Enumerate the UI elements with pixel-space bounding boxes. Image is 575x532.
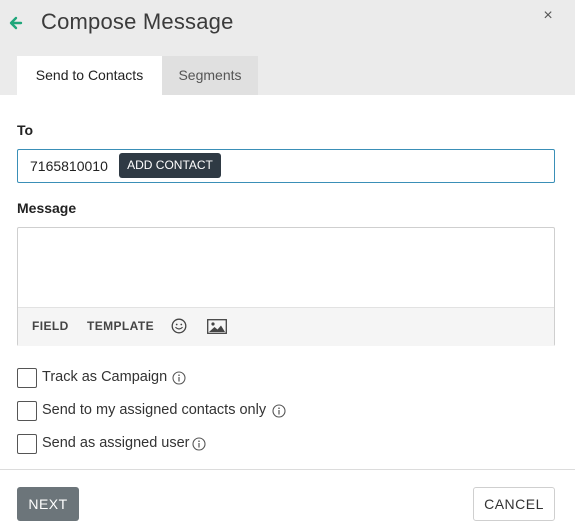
cancel-button[interactable]: CANCEL	[473, 487, 555, 521]
smiley-icon[interactable]	[171, 318, 187, 334]
image-icon[interactable]	[207, 319, 227, 334]
page-title: Compose Message	[41, 9, 234, 34]
message-input[interactable]	[18, 228, 554, 307]
to-label: To	[17, 122, 34, 138]
info-icon[interactable]	[172, 371, 186, 385]
option-label: Track as Campaign	[42, 369, 168, 385]
arrow-left-icon[interactable]	[8, 14, 24, 32]
track-as-campaign-checkbox[interactable]	[17, 368, 37, 388]
option-label: Send to my assigned contacts only	[42, 402, 267, 418]
option-label: Send as assigned user	[42, 435, 190, 451]
info-icon[interactable]	[272, 404, 286, 418]
footer-divider	[0, 469, 575, 470]
tab-segments[interactable]: Segments	[162, 56, 258, 95]
modal-header: Compose Message × Send to Contacts Segme…	[0, 0, 575, 95]
next-button[interactable]: NEXT	[17, 487, 79, 521]
message-editor: FIELD TEMPLATE	[17, 227, 555, 346]
to-input-value[interactable]: 7165810010	[30, 158, 108, 174]
close-icon[interactable]: ×	[540, 7, 556, 25]
send-to-assigned-contacts-checkbox[interactable]	[17, 401, 37, 421]
tab-send-to-contacts[interactable]: Send to Contacts	[17, 56, 162, 95]
info-icon[interactable]	[192, 437, 206, 451]
field-button[interactable]: FIELD	[32, 319, 69, 333]
send-as-assigned-user-checkbox[interactable]	[17, 434, 37, 454]
to-input[interactable]: 7165810010 ADD CONTACT	[17, 149, 555, 183]
message-label: Message	[17, 200, 77, 216]
message-toolbar: FIELD TEMPLATE	[18, 307, 554, 346]
template-button[interactable]: TEMPLATE	[87, 319, 154, 333]
add-contact-button[interactable]: ADD CONTACT	[119, 153, 221, 178]
